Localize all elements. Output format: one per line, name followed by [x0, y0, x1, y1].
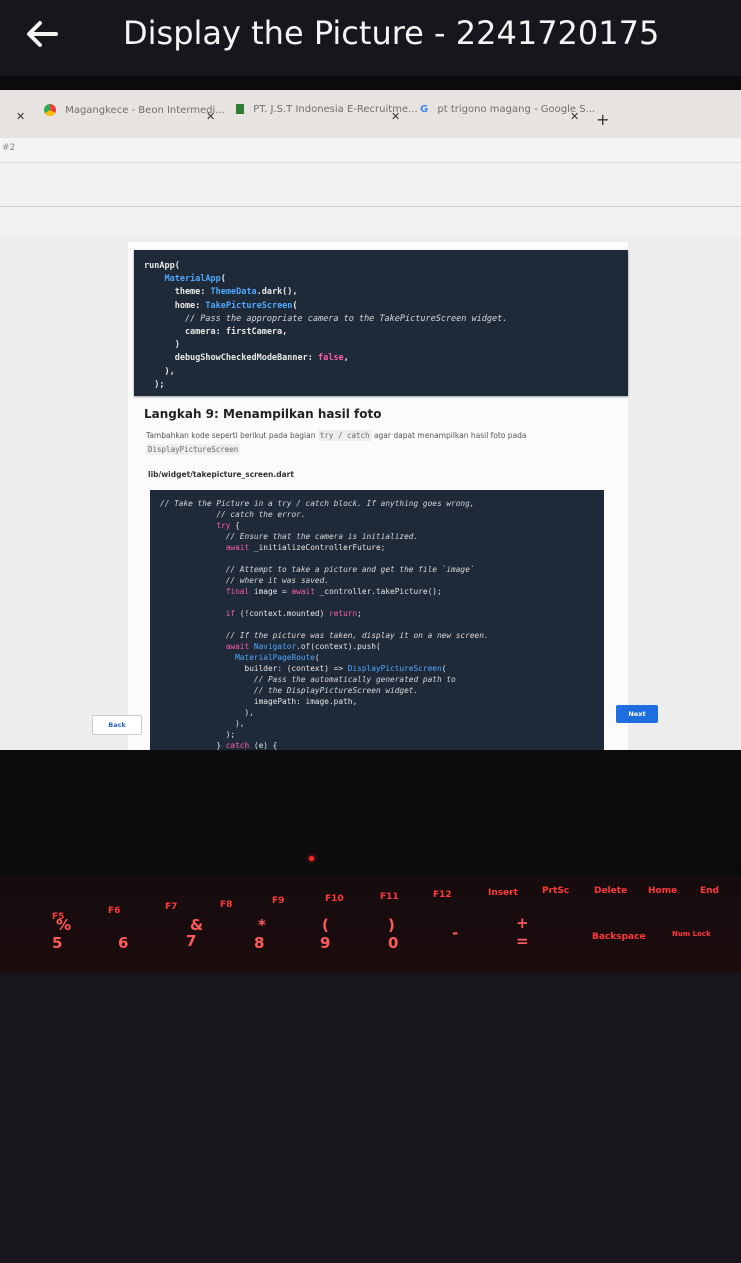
- address-text: #2: [2, 143, 16, 153]
- keyboard-key: F12: [433, 890, 452, 900]
- captured-photo: ✕ Magangkece - Beon Intermedi... ✕ PT. J…: [0, 76, 741, 973]
- divider: [0, 206, 741, 207]
- power-led: [309, 856, 314, 861]
- laptop-keyboard: F5 F6 F7 F8 F9 F10 F11 F12 Insert PrtSc Delete Home…: [0, 876, 741, 973]
- inline-code: DisplayPictureScreen: [146, 444, 241, 455]
- keyboard-key: ): [388, 916, 395, 934]
- keyboard-key: F7: [165, 902, 178, 912]
- inline-code: try / catch: [317, 430, 372, 441]
- paragraph: DisplayPictureScreen: [146, 444, 241, 455]
- paragraph-text: agar dapat menampilkan hasil foto pada: [373, 431, 527, 440]
- keyboard-key: Backspace: [592, 932, 646, 942]
- code-text: runApp( MaterialApp( theme: ThemeData.da…: [144, 261, 508, 390]
- close-tab-icon[interactable]: ✕: [391, 110, 400, 123]
- keyboard-key: -: [452, 924, 459, 942]
- browser-tab[interactable]: Magangkece - Beon Intermedi...: [44, 104, 225, 124]
- browser-tab-bar: ✕ Magangkece - Beon Intermedi... ✕ PT. J…: [0, 90, 741, 138]
- keyboard-key: 8: [254, 934, 265, 952]
- browser-tab[interactable]: G pt trigono magang - Google S...: [420, 104, 595, 124]
- close-tab-icon[interactable]: ✕: [16, 110, 25, 123]
- keyboard-key: =: [516, 932, 529, 950]
- back-arrow-icon[interactable]: [22, 16, 62, 52]
- keyboard-key: 7: [186, 932, 197, 950]
- keyboard-key: PrtSc: [542, 886, 570, 896]
- app-bar: Display the Picture - 2241720175: [0, 0, 741, 76]
- close-tab-icon[interactable]: ✕: [206, 110, 215, 123]
- new-tab-button[interactable]: +: [596, 110, 609, 129]
- keyboard-key: F6: [108, 906, 121, 916]
- keyboard-key: Num Lock: [672, 930, 711, 938]
- keyboard-key: 9: [320, 934, 331, 952]
- code-block: // Take the Picture in a try / catch blo…: [150, 490, 604, 761]
- laptop-bezel: [0, 750, 741, 860]
- keyboard-key: F9: [272, 896, 285, 906]
- document-icon: [236, 104, 244, 114]
- file-path: lib/widget/takepicture_screen.dart: [148, 470, 294, 479]
- close-tab-icon[interactable]: ✕: [570, 110, 579, 123]
- keyboard-key: Home: [648, 886, 678, 896]
- paragraph: Tambahkan kode seperti berikut pada bagi…: [146, 430, 527, 441]
- keyboard-key: *: [258, 916, 266, 934]
- paragraph-text: Tambahkan kode seperti berikut pada bagi…: [146, 431, 316, 440]
- keyboard-key: F8: [220, 900, 233, 910]
- google-icon: G: [420, 104, 429, 115]
- keyboard-key: (: [322, 916, 329, 934]
- keyboard-key: %: [56, 916, 72, 934]
- keyboard-key: 5: [52, 934, 63, 952]
- address-bar[interactable]: #2: [0, 138, 741, 163]
- next-button[interactable]: Next: [616, 705, 658, 723]
- code-text: // Take the Picture in a try / catch blo…: [160, 499, 489, 761]
- back-button[interactable]: Back: [92, 715, 142, 735]
- page-title: Display the Picture - 2241720175: [123, 14, 660, 52]
- keyboard-key: F10: [325, 894, 344, 904]
- chrome-icon: [44, 104, 56, 116]
- keyboard-key: 0: [388, 934, 399, 952]
- code-block: runApp( MaterialApp( theme: ThemeData.da…: [134, 250, 628, 396]
- keyboard-key: Insert: [488, 888, 518, 898]
- keyboard-key: +: [516, 914, 529, 932]
- tab-label: Magangkece - Beon Intermedi...: [65, 105, 225, 116]
- keyboard-key: Delete: [594, 886, 628, 896]
- section-heading: Langkah 9: Menampilkan hasil foto: [144, 407, 382, 421]
- keyboard-key: End: [700, 886, 719, 896]
- keyboard-key: F11: [380, 892, 399, 902]
- keyboard-key: 6: [118, 934, 129, 952]
- laptop-screen: ✕ Magangkece - Beon Intermedi... ✕ PT. J…: [0, 90, 741, 761]
